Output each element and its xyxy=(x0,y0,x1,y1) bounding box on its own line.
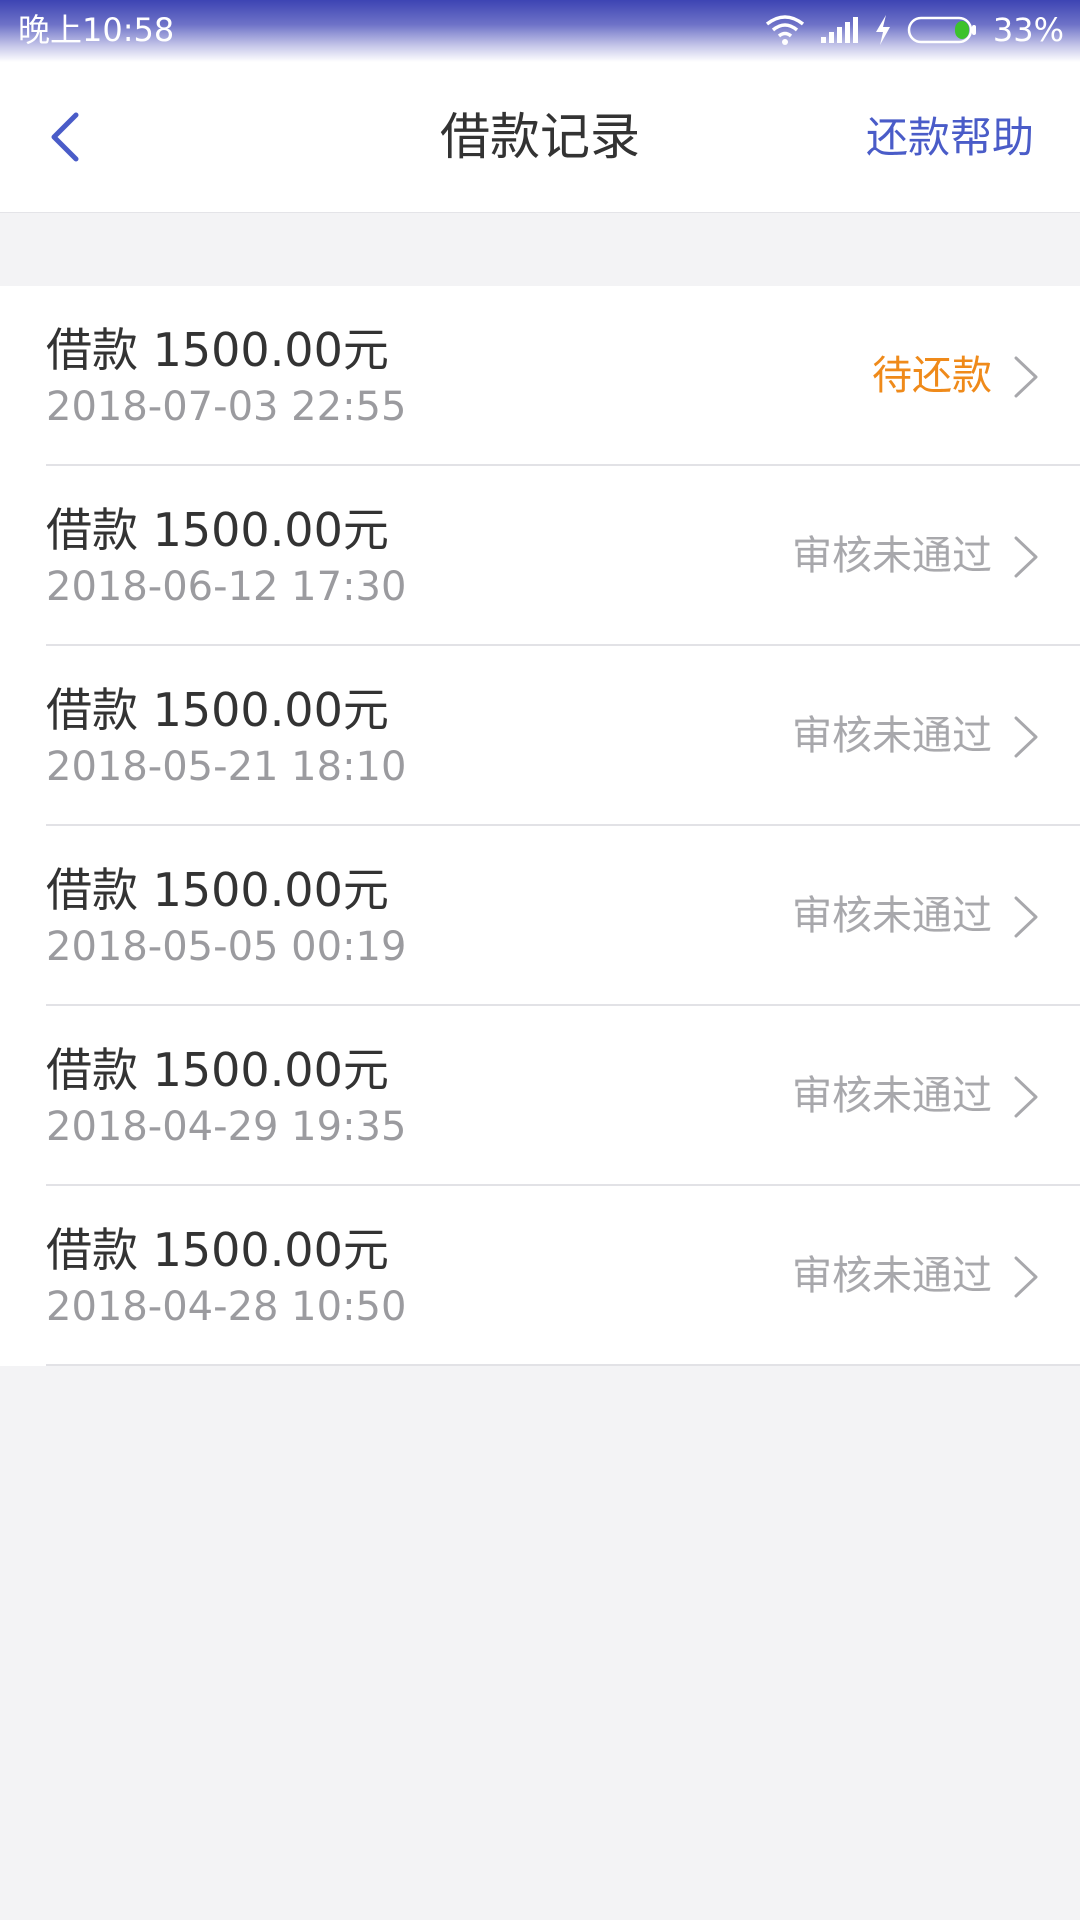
record-date: 2018-04-28 10:50 xyxy=(46,1284,407,1330)
record-date: 2018-05-21 18:10 xyxy=(46,744,407,790)
record-status: 审核未通过 xyxy=(792,1073,992,1119)
chevron-right-icon xyxy=(1014,896,1038,938)
chevron-right-icon xyxy=(1014,716,1038,758)
record-status: 审核未通过 xyxy=(792,1253,992,1299)
record-row[interactable]: 借款 1500.00元 2018-05-05 00:19 审核未通过 xyxy=(0,826,1080,1006)
chevron-right-icon xyxy=(1014,1256,1038,1298)
charging-icon xyxy=(873,14,893,46)
record-amount: 借款 1500.00元 xyxy=(46,863,389,917)
status-bar: 晚上10:58 33% xyxy=(0,0,1080,62)
chevron-right-icon xyxy=(1014,356,1038,398)
record-amount: 借款 1500.00元 xyxy=(46,503,389,557)
record-status: 审核未通过 xyxy=(792,713,992,759)
record-row[interactable]: 借款 1500.00元 2018-05-21 18:10 审核未通过 xyxy=(0,646,1080,826)
battery-percent: 33% xyxy=(992,11,1064,49)
record-row[interactable]: 借款 1500.00元 2018-04-29 19:35 审核未通过 xyxy=(0,1006,1080,1186)
status-icons: 33% xyxy=(765,8,1064,52)
record-status: 审核未通过 xyxy=(792,893,992,939)
header-bar: 借款记录 还款帮助 xyxy=(0,62,1080,213)
record-amount: 借款 1500.00元 xyxy=(46,1043,389,1097)
chevron-right-icon xyxy=(1014,536,1038,578)
battery-icon xyxy=(907,15,979,45)
status-time: 晚上10:58 xyxy=(18,11,175,49)
record-row[interactable]: 借款 1500.00元 2018-07-03 22:55 待还款 xyxy=(0,286,1080,466)
record-date: 2018-05-05 00:19 xyxy=(46,924,407,970)
record-status: 待还款 xyxy=(872,353,992,399)
wifi-icon xyxy=(765,14,805,46)
record-amount: 借款 1500.00元 xyxy=(46,323,389,377)
record-row[interactable]: 借款 1500.00元 2018-06-12 17:30 审核未通过 xyxy=(0,466,1080,646)
record-amount: 借款 1500.00元 xyxy=(46,1223,389,1277)
record-row[interactable]: 借款 1500.00元 2018-04-28 10:50 审核未通过 xyxy=(0,1186,1080,1366)
record-date: 2018-04-29 19:35 xyxy=(46,1104,407,1150)
record-status: 审核未通过 xyxy=(792,533,992,579)
chevron-right-icon xyxy=(1014,1076,1038,1118)
record-date: 2018-06-12 17:30 xyxy=(46,564,407,610)
signal-icon xyxy=(819,15,859,45)
record-amount: 借款 1500.00元 xyxy=(46,683,389,737)
record-date: 2018-07-03 22:55 xyxy=(46,384,407,430)
repayment-help-link[interactable]: 还款帮助 xyxy=(866,106,1034,170)
record-list: 借款 1500.00元 2018-07-03 22:55 待还款 借款 1500… xyxy=(0,286,1080,1366)
